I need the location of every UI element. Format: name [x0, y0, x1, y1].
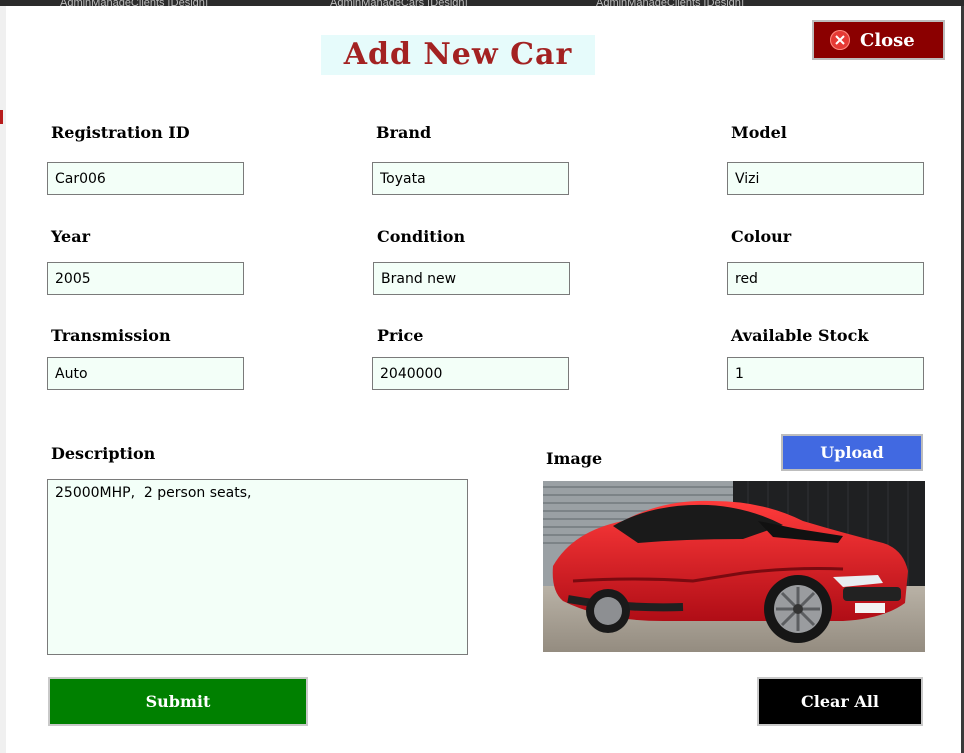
description-textarea[interactable]: 25000MHP, 2 person seats, — [47, 479, 468, 655]
brand-label: Brand — [376, 123, 432, 142]
year-field[interactable] — [47, 262, 244, 295]
price-field[interactable] — [372, 357, 569, 390]
close-button[interactable]: Close — [812, 20, 945, 60]
colour-label: Colour — [731, 227, 792, 246]
description-label: Description — [51, 444, 156, 463]
add-car-dialog: Add New Car Close Registration ID Brand … — [6, 6, 961, 753]
registration-id-field[interactable] — [47, 162, 244, 195]
submit-button[interactable]: Submit — [48, 677, 308, 726]
upload-button[interactable]: Upload — [781, 434, 923, 471]
transmission-field[interactable] — [47, 357, 244, 390]
available-stock-label: Available Stock — [731, 326, 869, 345]
year-label: Year — [51, 227, 91, 246]
model-field[interactable] — [727, 162, 924, 195]
model-label: Model — [731, 123, 787, 142]
page-title: Add New Car — [321, 35, 595, 75]
clear-all-button[interactable]: Clear All — [757, 677, 923, 726]
car-image — [543, 481, 925, 652]
condition-field[interactable] — [373, 262, 570, 295]
image-label: Image — [546, 449, 603, 468]
close-button-label: Close — [860, 29, 915, 51]
close-circle-icon — [830, 30, 850, 50]
condition-label: Condition — [377, 227, 466, 246]
available-stock-field[interactable] — [727, 357, 924, 390]
brand-field[interactable] — [372, 162, 569, 195]
price-label: Price — [377, 326, 424, 345]
registration-id-label: Registration ID — [51, 123, 190, 142]
colour-field[interactable] — [727, 262, 924, 295]
background-marker — [0, 110, 3, 124]
transmission-label: Transmission — [51, 326, 171, 345]
